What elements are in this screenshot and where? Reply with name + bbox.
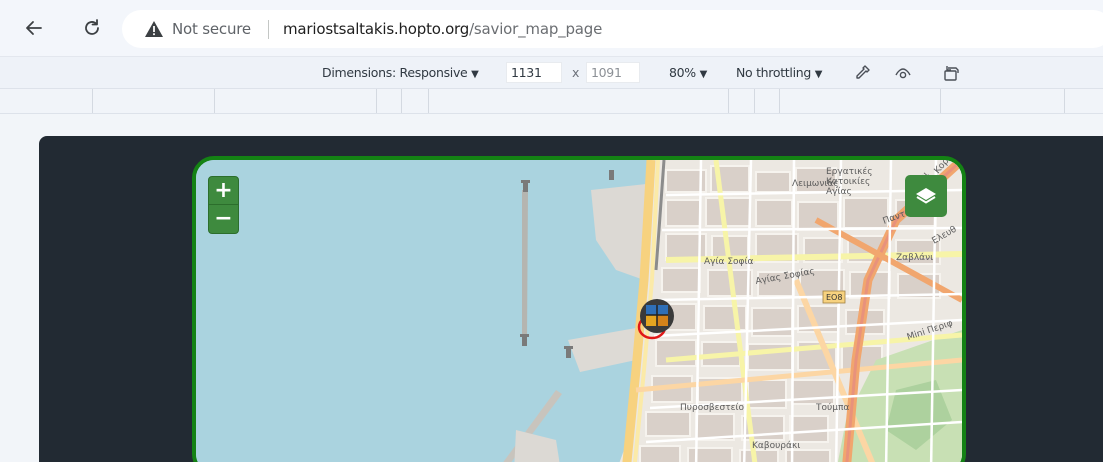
ruler-tick <box>728 89 729 113</box>
throttling-label: No throttling <box>736 65 812 80</box>
rotate-icon[interactable] <box>942 63 962 83</box>
screenshot-root: Not secure mariostsaltakis.hopto.org/sav… <box>0 0 1103 462</box>
layers-icon <box>916 188 936 204</box>
zoom-out-button[interactable]: − <box>209 205 238 232</box>
address-bar[interactable]: Not secure mariostsaltakis.hopto.org/sav… <box>122 10 1103 48</box>
ruler-tick <box>754 89 755 113</box>
warning-triangle-icon[interactable] <box>144 20 164 38</box>
browser-toolbar: Not secure mariostsaltakis.hopto.org/sav… <box>0 0 1103 56</box>
caret-down-icon: ▼ <box>814 69 823 80</box>
map-label-ergatikes: Εργατικές <box>826 166 873 177</box>
map-label-agia-sofia: Αγία Σοφία <box>704 257 753 267</box>
url-path: /savior_map_page <box>469 20 603 38</box>
dimensions-dropdown[interactable]: Dimensions: Responsive ▼ <box>322 65 479 80</box>
map-label-touba: Τούμπα <box>815 402 849 413</box>
reload-icon <box>85 19 99 35</box>
map-label-agias: Αγίας <box>826 187 852 197</box>
ruler-tick <box>779 89 780 113</box>
ruler-tick <box>428 89 429 113</box>
back-button[interactable] <box>20 14 48 42</box>
map-tiles[interactable]: Εργατικές Κατοικίες Λειμωνιάς Αγίας Αγία… <box>196 160 962 462</box>
map-label-kavouraki: Καβουράκι <box>752 441 800 451</box>
security-status-label[interactable]: Not secure <box>172 20 251 38</box>
url-host: mariostsaltakis.hopto.org <box>283 20 470 38</box>
zoom-dropdown[interactable]: 80% ▼ <box>669 65 707 80</box>
throttling-dropdown[interactable]: No throttling ▼ <box>736 65 822 80</box>
eyedropper-icon[interactable] <box>852 63 872 83</box>
address-bar-separator <box>268 20 269 39</box>
map-label-zavlani: Ζαβλάνι <box>896 253 933 263</box>
zoom-in-button[interactable]: + <box>209 177 238 204</box>
layers-button[interactable] <box>905 175 947 217</box>
zoom-label: 80% <box>669 65 696 80</box>
reload-button[interactable] <box>78 14 106 42</box>
caret-down-icon: ▼ <box>699 69 708 80</box>
arrow-left-icon <box>26 21 42 35</box>
ruler-tick <box>214 89 215 113</box>
ruler-tick <box>92 89 93 113</box>
times-symbol: x <box>572 65 580 80</box>
zoom-control: + − <box>208 176 239 234</box>
ruler-tick <box>376 89 377 113</box>
road-shield-label: EO8 <box>826 293 842 302</box>
ruler-tick <box>401 89 402 113</box>
vision-icon[interactable] <box>893 63 913 83</box>
location-marker-icon[interactable] <box>636 297 678 343</box>
width-input[interactable]: 1131 <box>506 62 562 83</box>
height-input[interactable]: 1091 <box>586 62 640 83</box>
media-query-ruler[interactable] <box>0 88 1103 114</box>
url-text[interactable]: mariostsaltakis.hopto.org/savior_map_pag… <box>283 20 602 38</box>
caret-down-icon: ▼ <box>471 69 479 80</box>
ruler-tick <box>1064 89 1065 113</box>
map-label-pyrosvesteio: Πυροσβεστείο <box>680 403 745 413</box>
dimensions-label: Dimensions: Responsive <box>322 65 468 80</box>
device-toolbar: Dimensions: Responsive ▼ 1131 x 1091 80%… <box>0 56 1103 88</box>
ruler-tick <box>940 89 941 113</box>
map-view[interactable]: Εργατικές Κατοικίες Λειμωνιάς Αγίας Αγία… <box>192 156 966 462</box>
